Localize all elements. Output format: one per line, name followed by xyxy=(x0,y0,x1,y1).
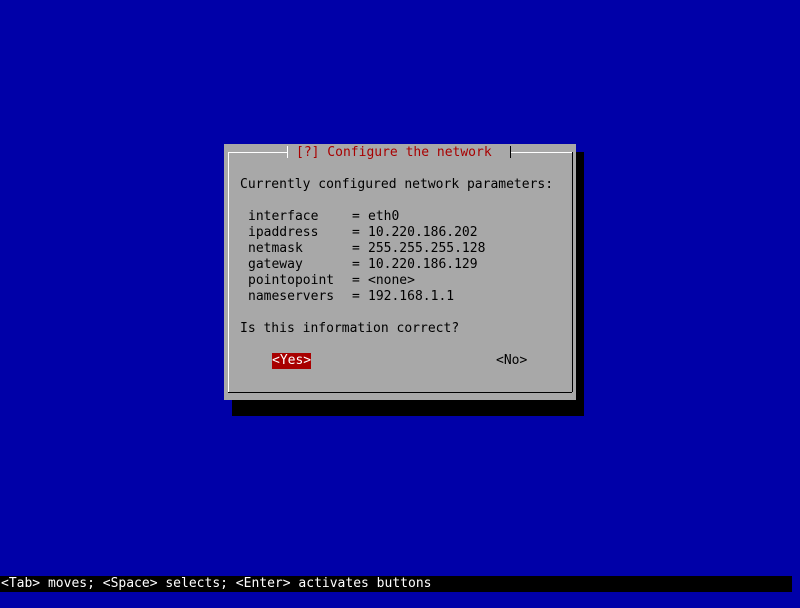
param-equals: = xyxy=(352,225,360,240)
param-row-ipaddress: ipaddress = 10.220.186.202 xyxy=(248,225,485,241)
dialog-frame-top-left xyxy=(228,152,288,153)
statusbar-text: <Tab> moves; <Space> selects; <Enter> ac… xyxy=(1,576,432,591)
param-key: ipaddress xyxy=(248,225,319,240)
param-equals: = xyxy=(352,257,360,272)
network-params-list: interface = eth0 ipaddress = 10.220.186.… xyxy=(248,209,485,305)
title-separator-right xyxy=(510,146,511,158)
param-key: nameservers xyxy=(248,289,335,304)
dialog-frame-bottom xyxy=(228,392,572,393)
param-value: 10.220.186.129 xyxy=(368,257,478,272)
param-value: 10.220.186.202 xyxy=(368,225,478,240)
dialog-prompt: Currently configured network parameters: xyxy=(240,177,554,192)
param-key: pointopoint xyxy=(248,273,335,288)
title-separator-left xyxy=(287,146,288,158)
dialog-frame-right xyxy=(572,152,573,392)
param-equals: = xyxy=(352,289,360,304)
param-row-pointopoint: pointopoint = <none> xyxy=(248,273,485,289)
param-equals: = xyxy=(352,273,360,288)
param-row-nameservers: nameservers = 192.168.1.1 xyxy=(248,289,485,305)
no-button[interactable]: <No> xyxy=(496,353,527,369)
param-value: <none> xyxy=(368,273,415,288)
help-statusbar: <Tab> moves; <Space> selects; <Enter> ac… xyxy=(0,576,792,592)
dialog-title: [?] Configure the network xyxy=(296,145,492,160)
dialog-frame-top-right xyxy=(510,152,572,153)
param-key: interface xyxy=(248,209,319,224)
confirm-question: Is this information correct? xyxy=(240,321,460,336)
param-key: gateway xyxy=(248,257,303,272)
param-value: 192.168.1.1 xyxy=(368,289,455,304)
param-row-interface: interface = eth0 xyxy=(248,209,485,225)
param-equals: = xyxy=(352,209,360,224)
yes-button[interactable]: <Yes> xyxy=(272,353,312,369)
param-value: 255.255.255.128 xyxy=(368,241,486,256)
param-equals: = xyxy=(352,241,360,256)
param-key: netmask xyxy=(248,241,303,256)
param-row-gateway: gateway = 10.220.186.129 xyxy=(248,257,485,273)
configure-network-dialog: [?] Configure the network Currently conf… xyxy=(224,144,576,400)
param-row-netmask: netmask = 255.255.255.128 xyxy=(248,241,485,257)
param-value: eth0 xyxy=(368,209,400,224)
dialog-frame-left xyxy=(228,152,229,392)
